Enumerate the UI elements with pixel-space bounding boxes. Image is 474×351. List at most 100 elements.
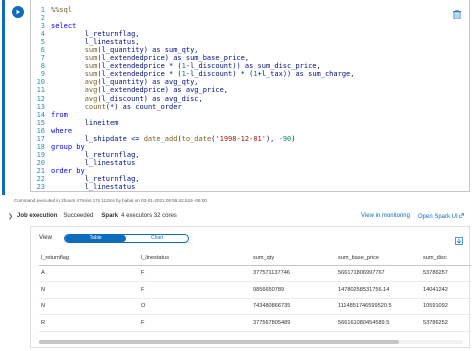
code-text: avg(l_extendedprice) as avg_price, (51, 86, 229, 95)
notebook-cell: 1 %%sql 2 3 select 4 l_returnflag, 5 l_linesta… (0, 0, 474, 351)
code-line: 12 avg(l_discount) as avg_disc, (31, 95, 451, 103)
code-text: count(*) as count_order (51, 102, 182, 111)
code-text: avg(l_quantity) as avg_qty, (51, 78, 199, 87)
table-row: A F 377571137746 566171806997767 5378625… (39, 265, 471, 282)
code-line: 14 from (31, 111, 451, 119)
chart-view-tab[interactable]: Chart (126, 235, 188, 242)
table-cell: F (139, 265, 251, 282)
code-line: 5 l_linestatus, (31, 38, 451, 46)
spark-info: 4 executors 32 cores (121, 213, 177, 219)
line-number: 14 (36, 110, 45, 119)
table-cell: 377567805489 (251, 314, 336, 332)
line-number: 15 (36, 118, 45, 127)
code-line: 22 l_returnflag, (31, 175, 451, 183)
table-cell: O (139, 298, 251, 315)
line-number: 3 (40, 22, 45, 31)
table-cell: 566161080454589.5 (336, 314, 421, 332)
line-number: 18 (36, 142, 45, 151)
table-cell: 1114851746599520.5 (336, 298, 421, 315)
output-panel: View Table Chart l_returnflag l_linestat… (30, 226, 471, 348)
line-number: 17 (36, 134, 45, 143)
line-number: 7 (40, 54, 45, 63)
view-toggle: Table Chart (63, 233, 189, 243)
scrollbar-thumb[interactable] (39, 340, 399, 344)
line-number: 4 (40, 30, 45, 39)
code-text: %%sql (51, 6, 73, 14)
table-cell: 10591092 (421, 298, 471, 315)
table-cell: R (39, 314, 139, 332)
table-cell: 9856650789 (251, 281, 336, 299)
code-line: 11 avg(l_extendedprice) as avg_price, (31, 86, 451, 94)
code-text: sum(l_quantity) as sum_qty, (51, 46, 199, 55)
code-text: where (51, 126, 73, 135)
line-number: 19 (36, 150, 45, 159)
line-number: 23 (36, 183, 45, 192)
code-text: lineitem (51, 118, 119, 127)
export-icon[interactable] (455, 232, 463, 250)
table-cell: 53786252 (421, 314, 471, 332)
table-cell: F (139, 314, 251, 332)
column-header[interactable]: sum_qty (251, 251, 336, 266)
column-header[interactable]: l_returnflag (39, 251, 139, 266)
code-text: sum(l_extendedprice * (1-l_discount)) as… (51, 62, 321, 71)
code-editor[interactable]: 1 %%sql 2 3 select 4 l_returnflag, 5 l_linesta… (30, 0, 470, 192)
line-number: 5 (40, 38, 45, 47)
table-row: N O 743480866735 1114851746599520.5 1059… (39, 298, 471, 315)
line-number: 10 (36, 78, 45, 87)
code-text: from (51, 110, 68, 119)
code-line: 23 l_linestatus (31, 183, 451, 191)
code-line: 9 sum(l_extendedprice * (1-l_discount) *… (31, 70, 451, 78)
line-number: 16 (36, 126, 45, 135)
code-text: avg(l_discount) as avg_disc, (51, 94, 203, 103)
line-number: 1 (40, 6, 45, 14)
code-line: 20 l_linestatus (31, 159, 451, 167)
line-number: 13 (36, 102, 45, 111)
table-view-tab[interactable]: Table (64, 234, 127, 242)
code-text: l_returnflag, (51, 30, 140, 39)
chevron-right-icon[interactable]: ❯ (8, 213, 13, 220)
code-lines: 1 %%sql 2 3 select 4 l_returnflag, 5 l_linesta… (31, 6, 451, 191)
table-cell: F (139, 281, 251, 299)
code-text: group by (51, 142, 85, 151)
column-header[interactable]: sum_disc (421, 251, 471, 266)
view-label: View (39, 235, 52, 241)
line-number: 12 (36, 94, 45, 103)
view-in-monitoring-link[interactable]: View in monitoring (361, 213, 410, 219)
code-line: 21 order by (31, 167, 451, 175)
code-line: 19 l_returnflag, (31, 151, 451, 159)
table-cell: 14780258531756.14 (336, 281, 421, 299)
results-table: l_returnflag l_linestatus sum_qty sum_ba… (39, 251, 471, 332)
horizontal-scrollbar[interactable] (39, 340, 463, 344)
code-text: l_linestatus (51, 158, 136, 167)
delete-cell-icon[interactable] (453, 6, 461, 24)
line-number: 11 (36, 86, 45, 95)
job-status: Succeeded (63, 213, 94, 219)
view-switcher: View Table Chart (39, 233, 189, 243)
run-cell-button[interactable] (12, 6, 24, 18)
code-line: 1 %%sql (31, 6, 451, 14)
code-line: 17 l_shipdate <= date_add(to_date('1998-… (31, 135, 451, 143)
execution-info: Command executed in 2hours 47mins 17s 11… (14, 198, 207, 203)
line-number: 9 (40, 70, 45, 79)
code-line: 8 sum(l_extendedprice * (1-l_discount)) … (31, 62, 451, 70)
code-line: 7 sum(l_extendedprice) as sum_base_price… (31, 54, 451, 62)
spark-label: Spark (101, 213, 119, 219)
table-header-row: l_returnflag l_linestatus sum_qty sum_ba… (39, 251, 471, 266)
code-text: sum(l_extendedprice) as sum_base_price, (51, 54, 250, 63)
code-text: l_returnflag, (51, 174, 140, 183)
code-line: 15 lineitem (31, 119, 451, 127)
line-number: 6 (40, 46, 45, 55)
table-row: R F 377567805489 566161080454589.5 53786… (39, 314, 471, 332)
code-text: sum(l_extendedprice * (1-l_discount) * (… (51, 70, 355, 79)
table-row: N F 9856650789 14780258531756.14 1404124… (39, 281, 471, 299)
code-line: 4 l_returnflag, (31, 30, 451, 38)
table-cell: N (39, 298, 139, 315)
table-cell: A (39, 265, 139, 282)
column-header[interactable]: l_linestatus (139, 251, 251, 266)
play-icon (16, 9, 20, 15)
code-line: 3 select (31, 22, 451, 30)
open-spark-ui-link[interactable]: Open Spark UI (418, 212, 465, 220)
code-text: l_returnflag, (51, 150, 140, 159)
column-header[interactable]: sum_base_price (336, 251, 421, 266)
